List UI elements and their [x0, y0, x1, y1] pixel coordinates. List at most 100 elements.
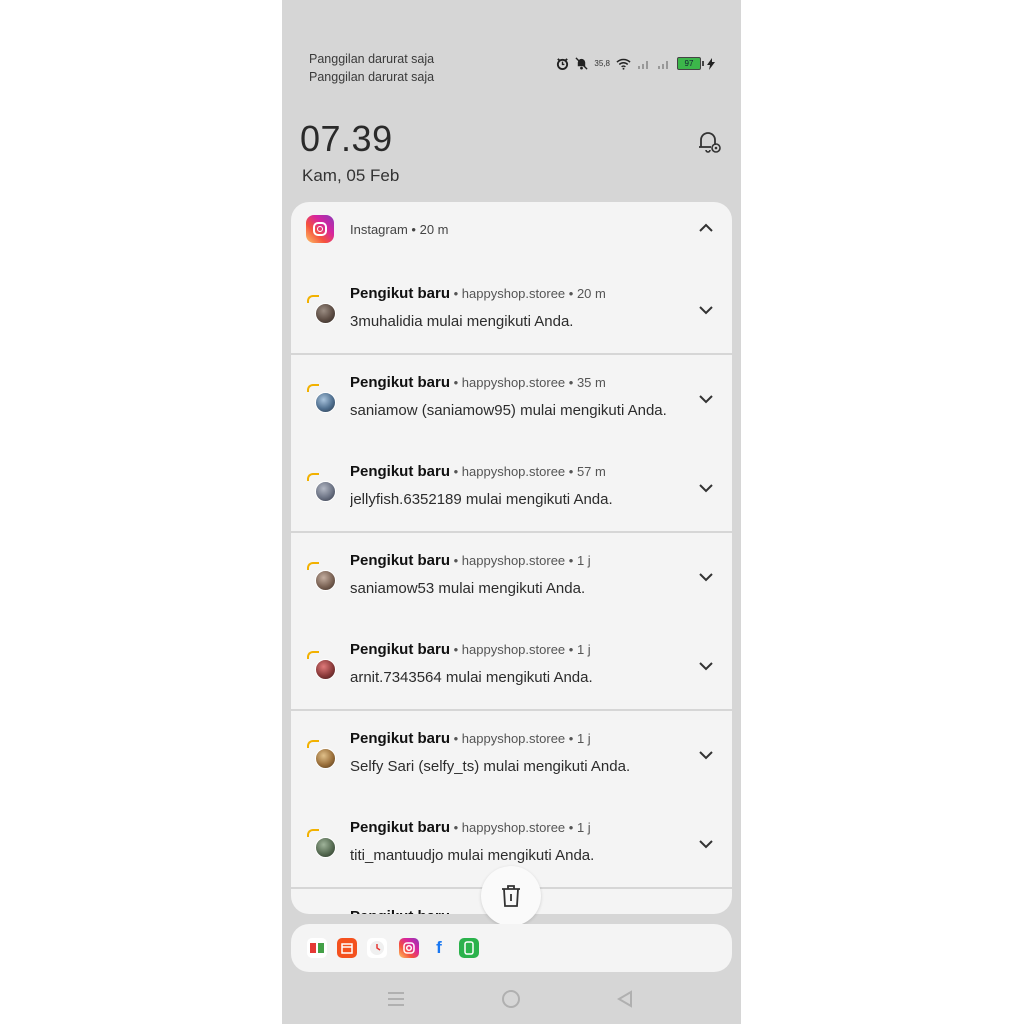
notification-shade: Panggilan darurat saja Panggilan darurat… [282, 0, 741, 1024]
menu-icon [388, 992, 404, 1006]
notification-title-line: Pengikut baru • happyshop.storee • 1 j [350, 552, 591, 569]
chevron-down-icon [699, 572, 713, 581]
expand-button[interactable] [694, 654, 718, 678]
alarm-icon [556, 57, 569, 70]
notification-item[interactable]: Pengikut baru • happyshop.storee • 1 j S… [291, 710, 732, 799]
notification-title-line: Pengikut baru • happyshop.storee • 35 m [350, 374, 606, 391]
carrier-line-1: Panggilan darurat saja [309, 52, 435, 66]
notification-account: happyshop.storee [461, 375, 566, 390]
carrier-line-2: Panggilan darurat saja [309, 70, 435, 84]
group-title: Instagram • 20 m [350, 222, 449, 237]
chevron-down-icon [699, 839, 713, 848]
chevron-up-icon [699, 223, 713, 232]
chevron-down-icon [699, 483, 713, 492]
back-triangle-icon [617, 990, 632, 1008]
notification-account: happyshop.storee [461, 642, 566, 657]
notification-title: Pengikut baru [350, 552, 451, 569]
notification-account: happyshop.storee [461, 731, 566, 746]
notification-body: arnit.7343564 mulai mengikuti Anda. [350, 669, 593, 686]
notification-body: 3muhalidia mulai mengikuti Anda. [350, 313, 574, 330]
notification-title-line: Pengikut baru • happyshop.storee • 1 j [350, 641, 591, 658]
bell-settings-icon [699, 132, 721, 153]
avatar [307, 740, 336, 769]
battery-indicator: 97 [677, 57, 704, 70]
notification-item[interactable]: Pengikut baru • happyshop.storee • 20 m … [291, 265, 732, 354]
wifi-icon [616, 58, 631, 70]
notification-age: 57 m [576, 464, 606, 479]
mute-bell-icon [575, 57, 588, 70]
notification-body: jellyfish.6352189 mulai mengikuti Anda. [350, 491, 613, 508]
messaging-icon[interactable] [459, 938, 479, 958]
notification-title: Pengikut baru [350, 730, 451, 747]
clock-time: 07.39 [300, 118, 393, 159]
notification-body: saniamow53 mulai mengikuti Anda. [350, 580, 586, 597]
notification-account: happyshop.storee [461, 286, 566, 301]
avatar [307, 829, 336, 858]
notification-title-line: Pengikut baru • happyshop.storee • 20 m [350, 285, 606, 302]
back-button[interactable] [614, 988, 636, 1010]
chevron-down-icon [699, 661, 713, 670]
notification-item[interactable]: Pengikut baru • happyshop.storee • 1 j a… [291, 621, 732, 710]
expand-button[interactable] [694, 387, 718, 411]
chevron-down-icon [699, 394, 713, 403]
home-circle-icon [502, 990, 520, 1008]
notification-title: Pengikut baru [350, 285, 451, 302]
group-age: 20 m [419, 222, 449, 237]
instagram-icon [306, 215, 334, 243]
notification-account: happyshop.storee [461, 464, 566, 479]
notification-age: 35 m [576, 375, 606, 390]
notification-item[interactable]: Pengikut baru • happyshop.storee • 57 m … [291, 443, 732, 532]
notification-body: saniamow (saniamow95) mulai mengikuti An… [350, 402, 667, 419]
notification-age: 1 j [576, 820, 591, 835]
clock-date: Kam, 05 Feb [302, 166, 400, 185]
clock-icon[interactable] [367, 938, 387, 958]
avatar [307, 562, 336, 591]
notification-title-line: Pengikut baru • happyshop.storee • 57 m [350, 463, 606, 480]
notification-title: Pengikut baru [350, 908, 450, 914]
network-speed: 35,8 [594, 59, 610, 68]
expand-button[interactable] [694, 565, 718, 589]
mi-video-icon[interactable] [307, 938, 327, 958]
notification-age: 1 j [576, 553, 591, 568]
notification-age: 1 j [576, 642, 591, 657]
signal-2-icon [657, 58, 671, 69]
notification-settings-button[interactable] [695, 128, 723, 156]
carrier-text: Panggilan darurat saja Panggilan darurat… [309, 50, 434, 86]
avatar [307, 473, 336, 502]
instagram-icon[interactable] [399, 938, 419, 958]
chevron-down-icon [699, 750, 713, 759]
facebook-icon[interactable]: f [429, 938, 449, 958]
trash-icon [502, 885, 520, 907]
home-button[interactable] [500, 988, 522, 1010]
recent-apps-dock: f [291, 924, 732, 972]
chevron-down-icon [699, 305, 713, 314]
notification-age: 1 j [576, 731, 591, 746]
notification-body: Selfy Sari (selfy_ts) mulai mengikuti An… [350, 758, 631, 775]
status-icons: 35,8 97 [556, 57, 715, 70]
notification-title: Pengikut baru [350, 819, 451, 836]
notification-item[interactable]: Pengikut baru • happyshop.storee • 35 m … [291, 354, 732, 443]
recents-button[interactable] [385, 988, 407, 1010]
expand-button[interactable] [694, 476, 718, 500]
notification-title: Pengikut baru [350, 374, 451, 391]
notification-account: happyshop.storee [461, 553, 566, 568]
collapse-group-button[interactable] [694, 216, 718, 240]
group-header[interactable]: Instagram • 20 m [291, 202, 732, 256]
expand-button[interactable] [694, 743, 718, 767]
notification-title: Pengikut baru [350, 641, 451, 658]
notification-title-line: Pengikut baru • happyshop.storee • 1 j [350, 819, 591, 836]
expand-button[interactable] [694, 832, 718, 856]
charging-icon [707, 57, 715, 70]
clear-all-button[interactable] [481, 866, 541, 926]
calendar-icon[interactable] [337, 938, 357, 958]
signal-1-icon [637, 58, 651, 69]
notification-item[interactable]: Pengikut baru • happyshop.storee • 1 j s… [291, 532, 732, 621]
notification-account: happyshop.storee [461, 820, 566, 835]
app-name: Instagram [350, 222, 408, 237]
avatar [307, 384, 336, 413]
notification-age: 20 m [576, 286, 606, 301]
notification-title-line: Pengikut baru [350, 908, 450, 914]
avatar [307, 295, 336, 324]
avatar [307, 651, 336, 680]
expand-button[interactable] [694, 298, 718, 322]
